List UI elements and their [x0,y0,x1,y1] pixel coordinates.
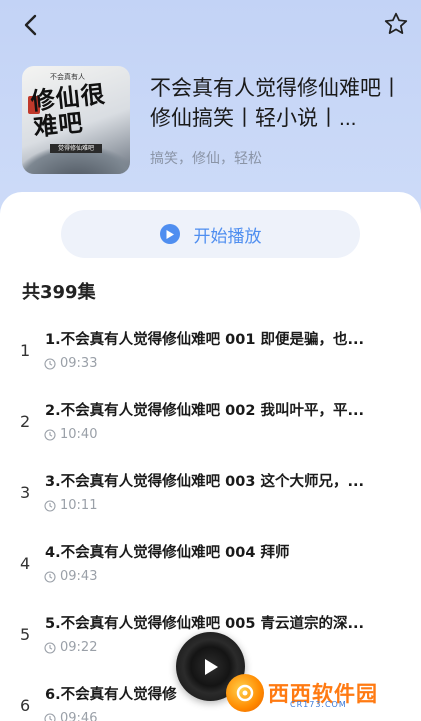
episode-index: 2 [20,412,31,431]
cover-band-text: 觉得修仙难吧 [50,144,102,153]
back-arrow-icon [24,14,37,36]
play-icon [159,224,180,244]
episode-title: 1.不会真有人觉得修仙难吧 001 即便是骗，也... [45,332,364,348]
episode-row[interactable]: 1 1.不会真有人觉得修仙难吧 001 即便是骗，也... 09:33 [0,320,421,391]
cover-title-art: 修仙很难吧 [29,79,107,142]
clock-icon [44,712,56,721]
episode-index: 6 [20,696,31,715]
play-icon [204,658,218,675]
watermark-subtext: CR173.COM [290,700,347,709]
episode-row[interactable]: 3 3.不会真有人觉得修仙难吧 003 这个大师兄，... 10:11 [0,462,421,533]
back-button[interactable] [16,10,46,40]
episode-duration: 09:33 [44,356,97,371]
episode-title: 2.不会真有人觉得修仙难吧 002 我叫叶平，平... [45,403,364,419]
book-tags: 搞笑，修仙，轻松 [150,151,262,167]
book-cover: 不会真有人 修仙很难吧 觉得修仙难吧 [22,66,130,174]
clock-icon [44,641,56,654]
book-title: 不会真有人觉得修仙难吧丨修仙搞笑丨轻小说丨... [150,77,402,130]
episode-count: 共399集 [22,282,96,303]
duration-text: 10:11 [60,498,98,513]
duration-text: 09:43 [60,569,98,584]
episode-duration: 09:43 [44,569,97,584]
clock-icon [44,499,56,512]
duration-text: 09:22 [60,640,98,655]
episode-index: 4 [20,554,31,573]
episode-row[interactable]: 2 2.不会真有人觉得修仙难吧 002 我叫叶平，平... 10:40 [0,391,421,462]
episode-index: 3 [20,483,31,502]
episode-duration: 10:11 [44,498,97,513]
episode-title: 3.不会真有人觉得修仙难吧 003 这个大师兄，... [45,474,364,490]
play-all-button[interactable]: 开始播放 [61,210,360,258]
clock-icon [44,570,56,583]
clock-icon [44,428,56,441]
duration-text: 09:46 [60,711,98,721]
episode-index: 1 [20,341,31,360]
episode-duration: 10:40 [44,427,97,442]
star-icon [384,12,408,34]
watermark-logo-icon [226,674,264,712]
duration-text: 10:40 [60,427,98,442]
play-all-label: 开始播放 [193,226,262,247]
episode-title: 5.不会真有人觉得修仙难吧 005 青云道宗的深... [45,616,364,632]
episode-duration: 09:46 [44,711,97,721]
episode-duration: 09:22 [44,640,97,655]
episode-title: 4.不会真有人觉得修仙难吧 004 拜师 [45,545,290,561]
episode-row[interactable]: 4 4.不会真有人觉得修仙难吧 004 拜师 09:43 [0,533,421,604]
duration-text: 09:33 [60,356,98,371]
favorite-button[interactable] [381,9,411,39]
clock-icon [44,357,56,370]
episode-index: 5 [20,625,31,644]
